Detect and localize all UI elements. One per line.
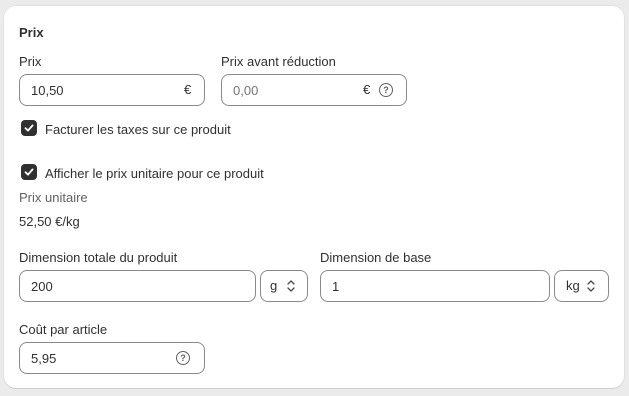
- cost-per-item-input[interactable]: [31, 343, 151, 373]
- base-dimension-unit-select[interactable]: kg: [554, 270, 609, 302]
- checkmark-icon: [24, 168, 34, 176]
- unit-price-checkbox-label[interactable]: Afficher le prix unitaire pour ce produi…: [45, 166, 264, 181]
- price-field[interactable]: €: [19, 74, 205, 106]
- charge-tax-checkbox[interactable]: [21, 120, 37, 136]
- cost-per-item-field[interactable]: ?: [19, 342, 205, 374]
- select-chevron-icon: [587, 280, 595, 292]
- pricing-card: Prix Prix € Prix avant réduction € ? Fac…: [4, 6, 624, 388]
- base-dimension-unit: kg: [566, 278, 580, 293]
- price-label: Prix: [19, 54, 42, 69]
- total-dimension-unit: g: [270, 278, 278, 293]
- help-icon[interactable]: ?: [379, 83, 393, 97]
- unit-price-checkbox[interactable]: [21, 164, 37, 180]
- base-dimension-label: Dimension de base: [320, 250, 432, 265]
- cost-per-item-label: Coût par article: [19, 322, 108, 337]
- price-input[interactable]: [31, 75, 151, 105]
- charge-tax-label[interactable]: Facturer les taxes sur ce produit: [45, 122, 231, 137]
- checkmark-icon: [24, 124, 34, 132]
- section-title: Prix: [19, 25, 44, 40]
- unit-price-value: 52,50 €/kg: [19, 214, 80, 229]
- total-dimension-unit-select[interactable]: g: [260, 270, 308, 302]
- base-dimension-field[interactable]: [320, 270, 550, 302]
- total-dimension-label: Dimension totale du produit: [19, 250, 178, 265]
- price-currency: €: [184, 82, 192, 97]
- compare-price-input[interactable]: [233, 75, 353, 105]
- unit-price-heading: Prix unitaire: [19, 190, 88, 205]
- compare-price-field[interactable]: € ?: [221, 74, 407, 106]
- total-dimension-field[interactable]: [19, 270, 256, 302]
- help-icon[interactable]: ?: [176, 351, 190, 365]
- compare-price-currency: €: [363, 82, 371, 97]
- base-dimension-input[interactable]: [332, 271, 452, 301]
- total-dimension-input[interactable]: [31, 271, 151, 301]
- compare-price-label: Prix avant réduction: [221, 54, 336, 69]
- select-chevron-icon: [287, 280, 295, 292]
